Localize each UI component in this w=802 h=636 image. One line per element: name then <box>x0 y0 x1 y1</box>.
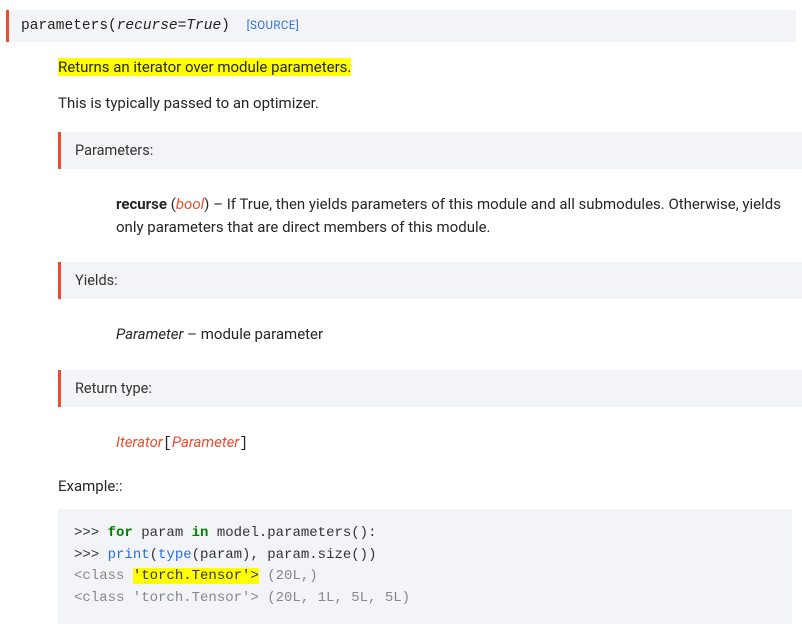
code-text: param <box>133 525 192 541</box>
param-type-open: ( <box>167 195 176 213</box>
yields-body: Parameter – module parameter <box>58 313 802 360</box>
rtype-open: [ <box>163 435 172 452</box>
return-type-body: Iterator[Parameter] <box>58 421 802 470</box>
code-text: <class <box>74 568 133 584</box>
param-name: recurse <box>116 195 167 213</box>
sig-open: ( <box>108 18 117 34</box>
code-keyword: in <box>192 525 209 541</box>
example-label: Example:: <box>58 477 802 495</box>
description: This is typically passed to an optimizer… <box>58 94 802 112</box>
method-name: parameters <box>21 18 108 34</box>
code-builtin: print <box>108 547 150 563</box>
code-line-1: >>> for param in model.parameters(): <box>74 523 776 545</box>
code-output-2: <class 'torch.Tensor'> (20L, 1L, 5L, 5L) <box>74 588 776 610</box>
source-link[interactable]: [SOURCE] <box>247 18 300 32</box>
code-builtin: type <box>158 547 192 563</box>
rtype-inner-link[interactable]: Parameter <box>172 433 239 451</box>
example-code: >>> for param in model.parameters(): >>>… <box>58 509 792 624</box>
sig-param-val: True <box>186 18 221 34</box>
parameters-body: recurse (bool) – If True, then yields pa… <box>58 183 802 252</box>
summary-line: Returns an iterator over module paramete… <box>58 58 802 76</box>
yields-desc: module parameter <box>201 325 323 343</box>
code-text: (20L,) <box>259 568 318 584</box>
yields-dash: – <box>183 325 200 343</box>
code-prompt: >>> <box>74 525 108 541</box>
code-line-2: >>> print(type(param), param.size()) <box>74 545 776 567</box>
code-prompt: >>> <box>74 547 108 563</box>
param-type-close: ) <box>204 195 213 213</box>
method-body: Returns an iterator over module paramete… <box>0 58 802 624</box>
rtype-close: ] <box>239 435 248 452</box>
code-text: ( <box>150 547 158 563</box>
yields-label: Yields: <box>58 262 802 299</box>
yields-name: Parameter <box>116 325 183 343</box>
parameters-label: Parameters: <box>58 132 802 169</box>
code-output-1: <class 'torch.Tensor'> (20L,) <box>74 566 776 588</box>
code-text: model.parameters(): <box>208 525 376 541</box>
sig-close: ) <box>221 18 230 34</box>
rtype-outer-link[interactable]: Iterator <box>116 433 163 451</box>
method-signature: parameters(recurse=True) [SOURCE] <box>6 10 796 42</box>
return-type-label: Return type: <box>58 370 802 407</box>
sig-param-name: recurse <box>117 18 178 34</box>
param-dash: – <box>213 195 227 213</box>
code-keyword: for <box>108 525 133 541</box>
summary-text: Returns an iterator over module paramete… <box>58 58 351 76</box>
param-type-link[interactable]: bool <box>176 195 204 213</box>
code-highlight: 'torch.Tensor'> <box>133 568 259 584</box>
code-text: (param), param.size()) <box>192 547 377 563</box>
